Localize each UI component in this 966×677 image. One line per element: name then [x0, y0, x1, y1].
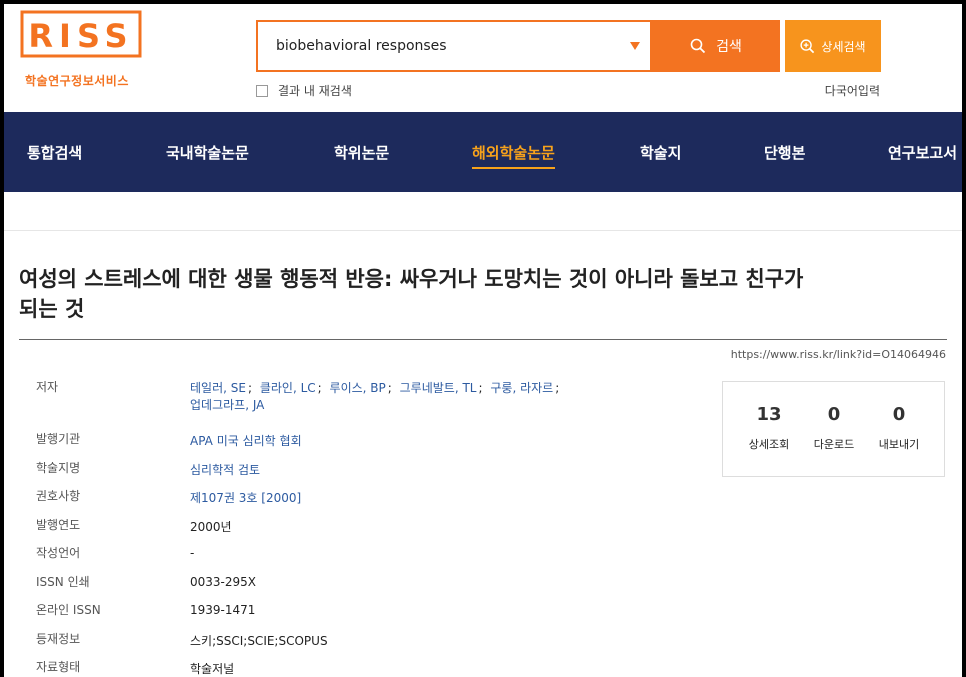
publisher-link[interactable]: APA 미국 심리학 협회: [190, 434, 302, 448]
title-divider: [19, 339, 947, 340]
meta-row-issn-print: ISSN 인쇄 0033-295X: [36, 573, 596, 602]
meta-row-issn-online: 온라인 ISSN 1939-1471: [36, 601, 596, 630]
stat-downloads: 0 다운로드: [799, 404, 869, 452]
nav-tab-reports[interactable]: 연구보고서: [888, 142, 957, 163]
meta-value: 0033-295X: [190, 574, 256, 589]
article-title-line2: 되는 것: [19, 297, 85, 321]
meta-row-language: 작성언어 -: [36, 544, 596, 573]
search-button[interactable]: 검색: [652, 20, 780, 72]
meta-label: 저자: [36, 380, 59, 394]
search-icon: [690, 38, 706, 54]
meta-row-year: 발행연도 2000년: [36, 516, 596, 545]
search-input[interactable]: [258, 22, 636, 70]
author-separator: ;: [247, 381, 252, 395]
meta-row-journal: 학술지명 심리학적 검토: [36, 459, 596, 488]
nav-tab-theses[interactable]: 학위논문: [334, 142, 389, 163]
meta-value: 1939-1471: [190, 603, 256, 617]
main-nav: 통합검색 국내학술논문 학위논문 해외학술논문 학술지 단행본 연구보고서: [4, 112, 962, 192]
logo-subtitle: 학술연구정보서비스: [25, 74, 129, 88]
meta-row-authors: 저자 테일러, SE; 클라인, LC; 루이스, BP; 그루네발트, TL;…: [36, 378, 596, 430]
author-list: 테일러, SE; 클라인, LC; 루이스, BP; 그루네발트, TL; 구룽…: [190, 380, 570, 414]
article-link-url[interactable]: https://www.riss.kr/link?id=O14064946: [731, 348, 946, 361]
research-label: 결과 내 재검색: [278, 84, 352, 98]
nav-tab-domestic-papers[interactable]: 국내학술논문: [166, 142, 249, 163]
nav-tab-foreign-papers[interactable]: 해외학술논문: [472, 142, 555, 169]
author-link[interactable]: 클라인, LC: [260, 381, 316, 395]
meta-row-indexing: 등재정보 스키;SSCI;SCIE;SCOPUS: [36, 630, 596, 659]
research-in-results[interactable]: 결과 내 재검색: [256, 82, 352, 99]
meta-value: 스키;SSCI;SCIE;SCOPUS: [190, 633, 328, 648]
meta-value: -: [190, 546, 195, 560]
meta-label: 자료형태: [36, 660, 81, 674]
author-link[interactable]: 테일러, SE: [190, 381, 246, 395]
author-link[interactable]: 루이스, BP: [330, 381, 386, 395]
article-title: 여성의 스트레스에 대한 생물 행동적 반응: 싸우거나 도망치는 것이 아니라…: [19, 264, 839, 324]
detail-search-button[interactable]: 상세검색: [785, 20, 881, 72]
riss-logo-mark: RISS: [20, 10, 142, 58]
nav-tab-journals[interactable]: 학술지: [640, 142, 681, 163]
author-link[interactable]: 업데그라프, JA: [190, 398, 264, 412]
stat-exports-count: 0: [892, 404, 906, 425]
meta-value: 2000년: [190, 519, 232, 534]
author-link[interactable]: 구룽, 라자르: [490, 381, 553, 395]
zoom-plus-icon: [800, 38, 815, 53]
meta-label: ISSN 인쇄: [36, 574, 90, 589]
riss-logo[interactable]: RISS: [20, 10, 142, 58]
author-separator: ;: [317, 381, 322, 395]
author-separator: ;: [387, 381, 392, 395]
stat-downloads-count: 0: [827, 404, 841, 425]
article-title-line1: 여성의 스트레스에 대한 생물 행동적 반응: 싸우거나 도망치는 것이 아니라…: [19, 267, 804, 291]
stat-exports: 0 내보내기: [864, 404, 934, 452]
stat-views: 13 상세조회: [734, 404, 804, 452]
nav-tab-integrated[interactable]: 통합검색: [27, 142, 82, 163]
stat-downloads-label: 다운로드: [813, 438, 855, 451]
meta-row-publisher: 발행기관 APA 미국 심리학 협회: [36, 430, 596, 459]
volume-link[interactable]: 제107권 3호 [2000]: [190, 491, 301, 505]
search-box: [256, 20, 652, 72]
nav-tab-books[interactable]: 단행본: [764, 142, 805, 163]
svg-text:RISS: RISS: [28, 17, 133, 55]
research-checkbox[interactable]: [256, 84, 268, 97]
meta-row-type: 자료형태 학술저널: [36, 658, 596, 677]
search-button-label: 검색: [716, 39, 742, 55]
article-stats-box: 13 상세조회 0 다운로드 0 내보내기: [722, 381, 945, 477]
meta-row-volume: 권호사항 제107권 3호 [2000]: [36, 487, 596, 516]
meta-label: 등재정보: [36, 631, 81, 646]
meta-label: 작성언어: [36, 546, 81, 560]
author-separator: ;: [555, 381, 560, 395]
meta-label: 온라인 ISSN: [36, 603, 101, 617]
article-metadata: 저자 테일러, SE; 클라인, LC; 루이스, BP; 그루네발트, TL;…: [36, 378, 596, 677]
stat-views-label: 상세조회: [748, 438, 790, 451]
multi-lang-input-link[interactable]: 다국어입력: [825, 82, 880, 99]
meta-label: 권호사항: [36, 489, 81, 503]
stat-views-count: 13: [756, 404, 782, 425]
stat-exports-label: 내보내기: [878, 438, 920, 451]
author-link[interactable]: 그루네발트, TL: [400, 381, 477, 395]
meta-label: 학술지명: [36, 460, 81, 475]
meta-value: 학술저널: [190, 662, 235, 676]
divider: [4, 230, 962, 231]
page: RISS 학술연구정보서비스 검색 상세검색 결과 내 재검색 다국어입력 통합…: [4, 4, 962, 677]
meta-label: 발행연도: [36, 517, 81, 532]
detail-search-label: 상세검색: [821, 39, 866, 54]
search-dropdown-caret-icon[interactable]: [630, 42, 640, 50]
meta-label: 발행기관: [36, 432, 81, 446]
journal-link[interactable]: 심리학적 검토: [190, 463, 260, 477]
author-separator: ;: [478, 381, 483, 395]
